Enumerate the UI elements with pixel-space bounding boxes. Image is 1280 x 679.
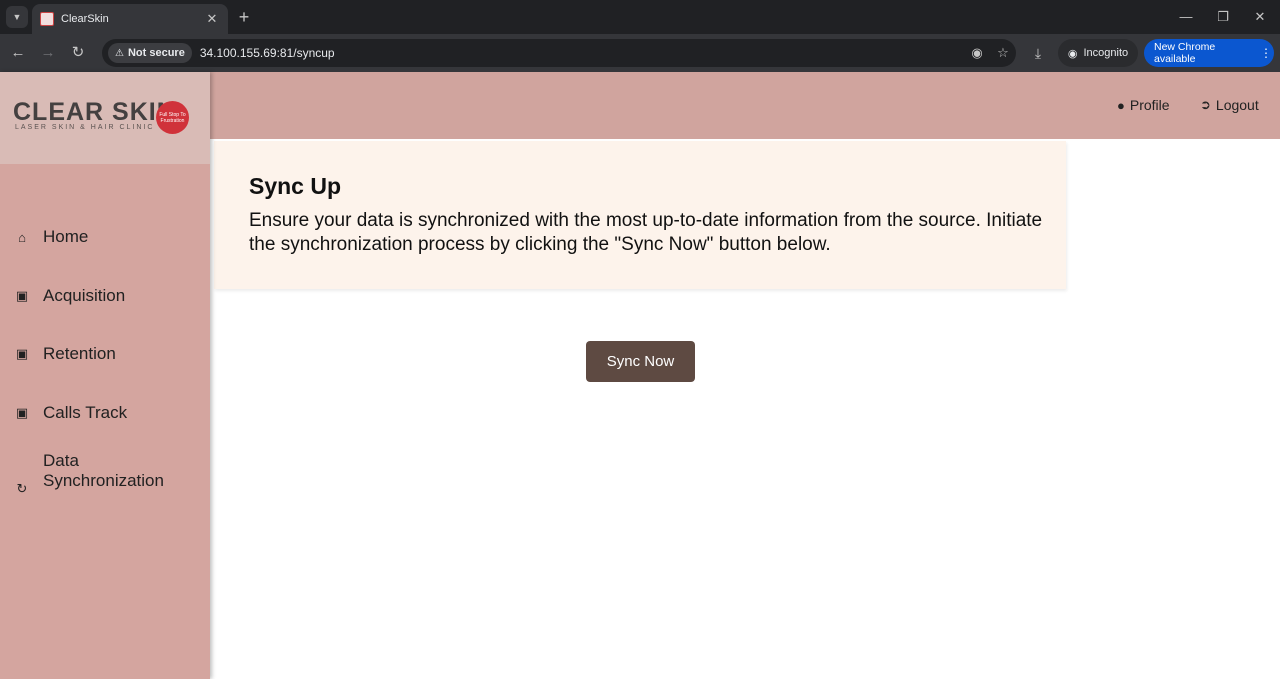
back-icon[interactable]: ← [8, 43, 28, 63]
folder-plus-icon: ▣ [15, 346, 29, 361]
profile-link[interactable]: ● Profile [1117, 97, 1170, 113]
star-icon[interactable]: ☆ [990, 45, 1016, 61]
tab-search-button[interactable]: ▼ [6, 6, 28, 28]
refresh-icon: ↻ [16, 481, 28, 496]
reload-icon[interactable]: ↻ [68, 43, 88, 63]
browser-tab-bar: ▼ ClearSkin ✕ + — ❐ ✕ [0, 0, 1280, 34]
sync-now-button[interactable]: Sync Now [586, 341, 695, 382]
chevron-down-icon: ▼ [12, 12, 22, 22]
minimize-icon[interactable]: — [1176, 8, 1196, 26]
logo[interactable]: CLEAR SKIN LASER SKIN & HAIR CLINIC Full… [0, 72, 210, 164]
incognito-icon: ◉ [1067, 47, 1078, 60]
kebab-menu-icon[interactable]: ⋮ [1258, 46, 1274, 60]
sidebar: CLEAR SKIN LASER SKIN & HAIR CLINIC Full… [0, 72, 210, 679]
tab-title: ClearSkin [61, 13, 109, 25]
profile-label: Profile [1129, 97, 1170, 113]
sidebar-item-label: Retention [43, 344, 116, 363]
logout-link[interactable]: ➲ Logout [1200, 97, 1259, 113]
security-chip[interactable]: ⚠ Not secure [108, 43, 192, 63]
sidebar-item-label: Data Synchronization [43, 451, 164, 490]
browser-toolbar: ← → ↻ ⚠ Not secure 34.100.155.69:81/sync… [0, 34, 1280, 72]
brand-tagline: LASER SKIN & HAIR CLINIC [15, 124, 155, 131]
forward-icon[interactable]: → [38, 43, 58, 63]
sidebar-item-label: Calls Track [43, 403, 128, 422]
warning-icon: ⚠ [115, 47, 124, 59]
restore-icon[interactable]: ❐ [1213, 8, 1233, 26]
header-bar: ● Profile ➲ Logout [210, 72, 1280, 139]
chrome-update-button[interactable]: New Chrome available ⋮ [1144, 39, 1274, 67]
security-label: Not secure [127, 47, 185, 59]
folder-plus-icon: ▣ [15, 405, 29, 420]
brand-name: CLEAR SKIN [13, 98, 176, 126]
url-text[interactable]: 34.100.155.69:81/syncup [200, 46, 964, 60]
folder-plus-icon: ▣ [15, 288, 29, 303]
address-bar[interactable]: ⚠ Not secure 34.100.155.69:81/syncup ◉ ☆ [102, 39, 1016, 67]
home-icon: ⌂ [18, 229, 26, 245]
browser-tab[interactable]: ClearSkin ✕ [32, 4, 228, 34]
sync-info-card: Sync Up Ensure your data is synchronized… [214, 141, 1066, 289]
update-label: New Chrome available [1154, 41, 1216, 65]
favicon-icon [40, 12, 54, 26]
download-icon[interactable]: ⤓ [1028, 43, 1048, 63]
new-tab-button[interactable]: + [234, 7, 254, 27]
incognito-label: Incognito [1083, 47, 1129, 59]
incognito-chip[interactable]: ◉ Incognito [1058, 39, 1138, 67]
sidebar-item-label: Acquisition [43, 286, 126, 305]
close-window-icon[interactable]: ✕ [1250, 8, 1270, 26]
page-title: Sync Up [249, 173, 342, 199]
sidebar-item-label: Home [43, 227, 89, 246]
close-tab-icon[interactable]: ✕ [204, 11, 220, 27]
user-icon: ● [1117, 97, 1125, 113]
logout-label: Logout [1215, 97, 1259, 113]
sign-out-icon: ➲ [1200, 97, 1211, 112]
eye-off-icon[interactable]: ◉ [964, 45, 990, 61]
page-description: Ensure your data is synchronized with th… [249, 210, 1043, 255]
brand-badge: Full Stop To Frustration [156, 101, 189, 134]
